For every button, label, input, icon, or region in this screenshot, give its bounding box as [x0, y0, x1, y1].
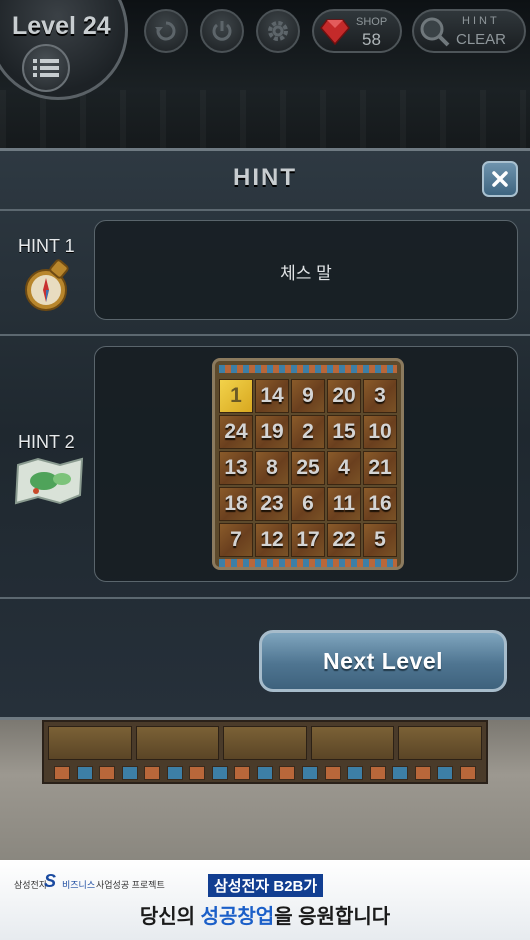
grid-cell: 25 [291, 451, 325, 485]
grid-cell: 1 [219, 379, 253, 413]
grid-cell: 5 [363, 523, 397, 557]
grid-cell: 7 [219, 523, 253, 557]
grid-cell: 18 [219, 487, 253, 521]
grid-cell: 20 [327, 379, 361, 413]
hint1-label: HINT 1 [18, 236, 75, 256]
settings-button[interactable] [256, 9, 300, 53]
restart-button[interactable] [200, 9, 244, 53]
hint-panel-header: HINT [0, 151, 530, 211]
grid-cell: 21 [363, 451, 397, 485]
list-menu-icon [33, 59, 59, 77]
grid-top-border [219, 365, 397, 373]
undo-button[interactable] [144, 9, 188, 53]
ad-biz-label: 비즈니스 [62, 880, 96, 890]
grid-cell: 10 [363, 415, 397, 449]
number-grid: 1 14 9 20 3 24 19 2 15 10 13 8 25 4 21 18 23 6 11 16 7 12 17 22… [219, 379, 397, 557]
grid-cell: 4 [327, 451, 361, 485]
grid-cell: 13 [219, 451, 253, 485]
gem-count: 58 [362, 30, 381, 49]
ad-project-label: 사업성공 프로젝트 [96, 880, 165, 890]
gear-icon [268, 21, 288, 41]
hint1-text: 체스 말 [280, 264, 332, 283]
ad-headline-post: 을 응원합니다 [274, 906, 391, 928]
grid-cell: 15 [327, 415, 361, 449]
board-edge [42, 720, 488, 784]
grid-cell: 23 [255, 487, 289, 521]
hint-panel-title: HINT [233, 164, 297, 191]
compass-icon [25, 259, 69, 311]
grid-cell: 16 [363, 487, 397, 521]
shop-button[interactable]: SHOP 58 [312, 9, 402, 53]
grid-cell: 17 [291, 523, 325, 557]
grid-cell: 22 [327, 523, 361, 557]
ad-tagline: 삼성전자 B2B가 [208, 874, 324, 897]
close-button[interactable] [482, 161, 518, 197]
ad-headline: 당신의 성공창업을 응원합니다 [0, 900, 530, 929]
ad-headline-pre: 당신의 [139, 906, 201, 928]
clear-label: CLEAR [456, 31, 507, 48]
grid-cell: 24 [219, 415, 253, 449]
divider [0, 597, 530, 599]
ad-headline-highlight: 성공창업 [200, 906, 275, 928]
grid-cell: 3 [363, 379, 397, 413]
ad-company: 삼성전자 [14, 880, 48, 890]
ruby-gem-icon [320, 19, 350, 45]
grid-cell: 12 [255, 523, 289, 557]
shop-label: SHOP [356, 16, 388, 28]
menu-button[interactable] [22, 44, 70, 92]
ad-logo: S [44, 871, 57, 891]
treasure-map-icon [14, 457, 84, 505]
grid-cell: 9 [291, 379, 325, 413]
hint2-label: HINT 2 [18, 432, 75, 452]
hint1-box: 체스 말 [94, 220, 518, 320]
undo-icon [155, 21, 176, 41]
level-label: Level 24 [12, 12, 111, 40]
next-level-button[interactable]: Next Level [259, 630, 507, 692]
magnifier-icon [420, 17, 450, 47]
close-icon [492, 171, 508, 187]
grid-cell: 19 [255, 415, 289, 449]
ad-banner[interactable]: 삼성전자 S 비즈니스 사업성공 프로젝트 삼성전자 B2B가 당신의 성공창업… [0, 860, 530, 940]
grid-cell: 2 [291, 415, 325, 449]
number-grid-frame: 1 14 9 20 3 24 19 2 15 10 13 8 25 4 21 18 23 6 11 16 7 12 17 22… [212, 358, 404, 570]
grid-cell: 14 [255, 379, 289, 413]
power-icon [212, 21, 232, 41]
grid-bottom-border [219, 559, 397, 567]
hint-label: HINT [462, 15, 500, 27]
grid-cell: 8 [255, 451, 289, 485]
divider [0, 334, 530, 336]
grid-cell: 6 [291, 487, 325, 521]
hint-clear-button[interactable]: HINT CLEAR [412, 9, 526, 53]
grid-cell: 11 [327, 487, 361, 521]
